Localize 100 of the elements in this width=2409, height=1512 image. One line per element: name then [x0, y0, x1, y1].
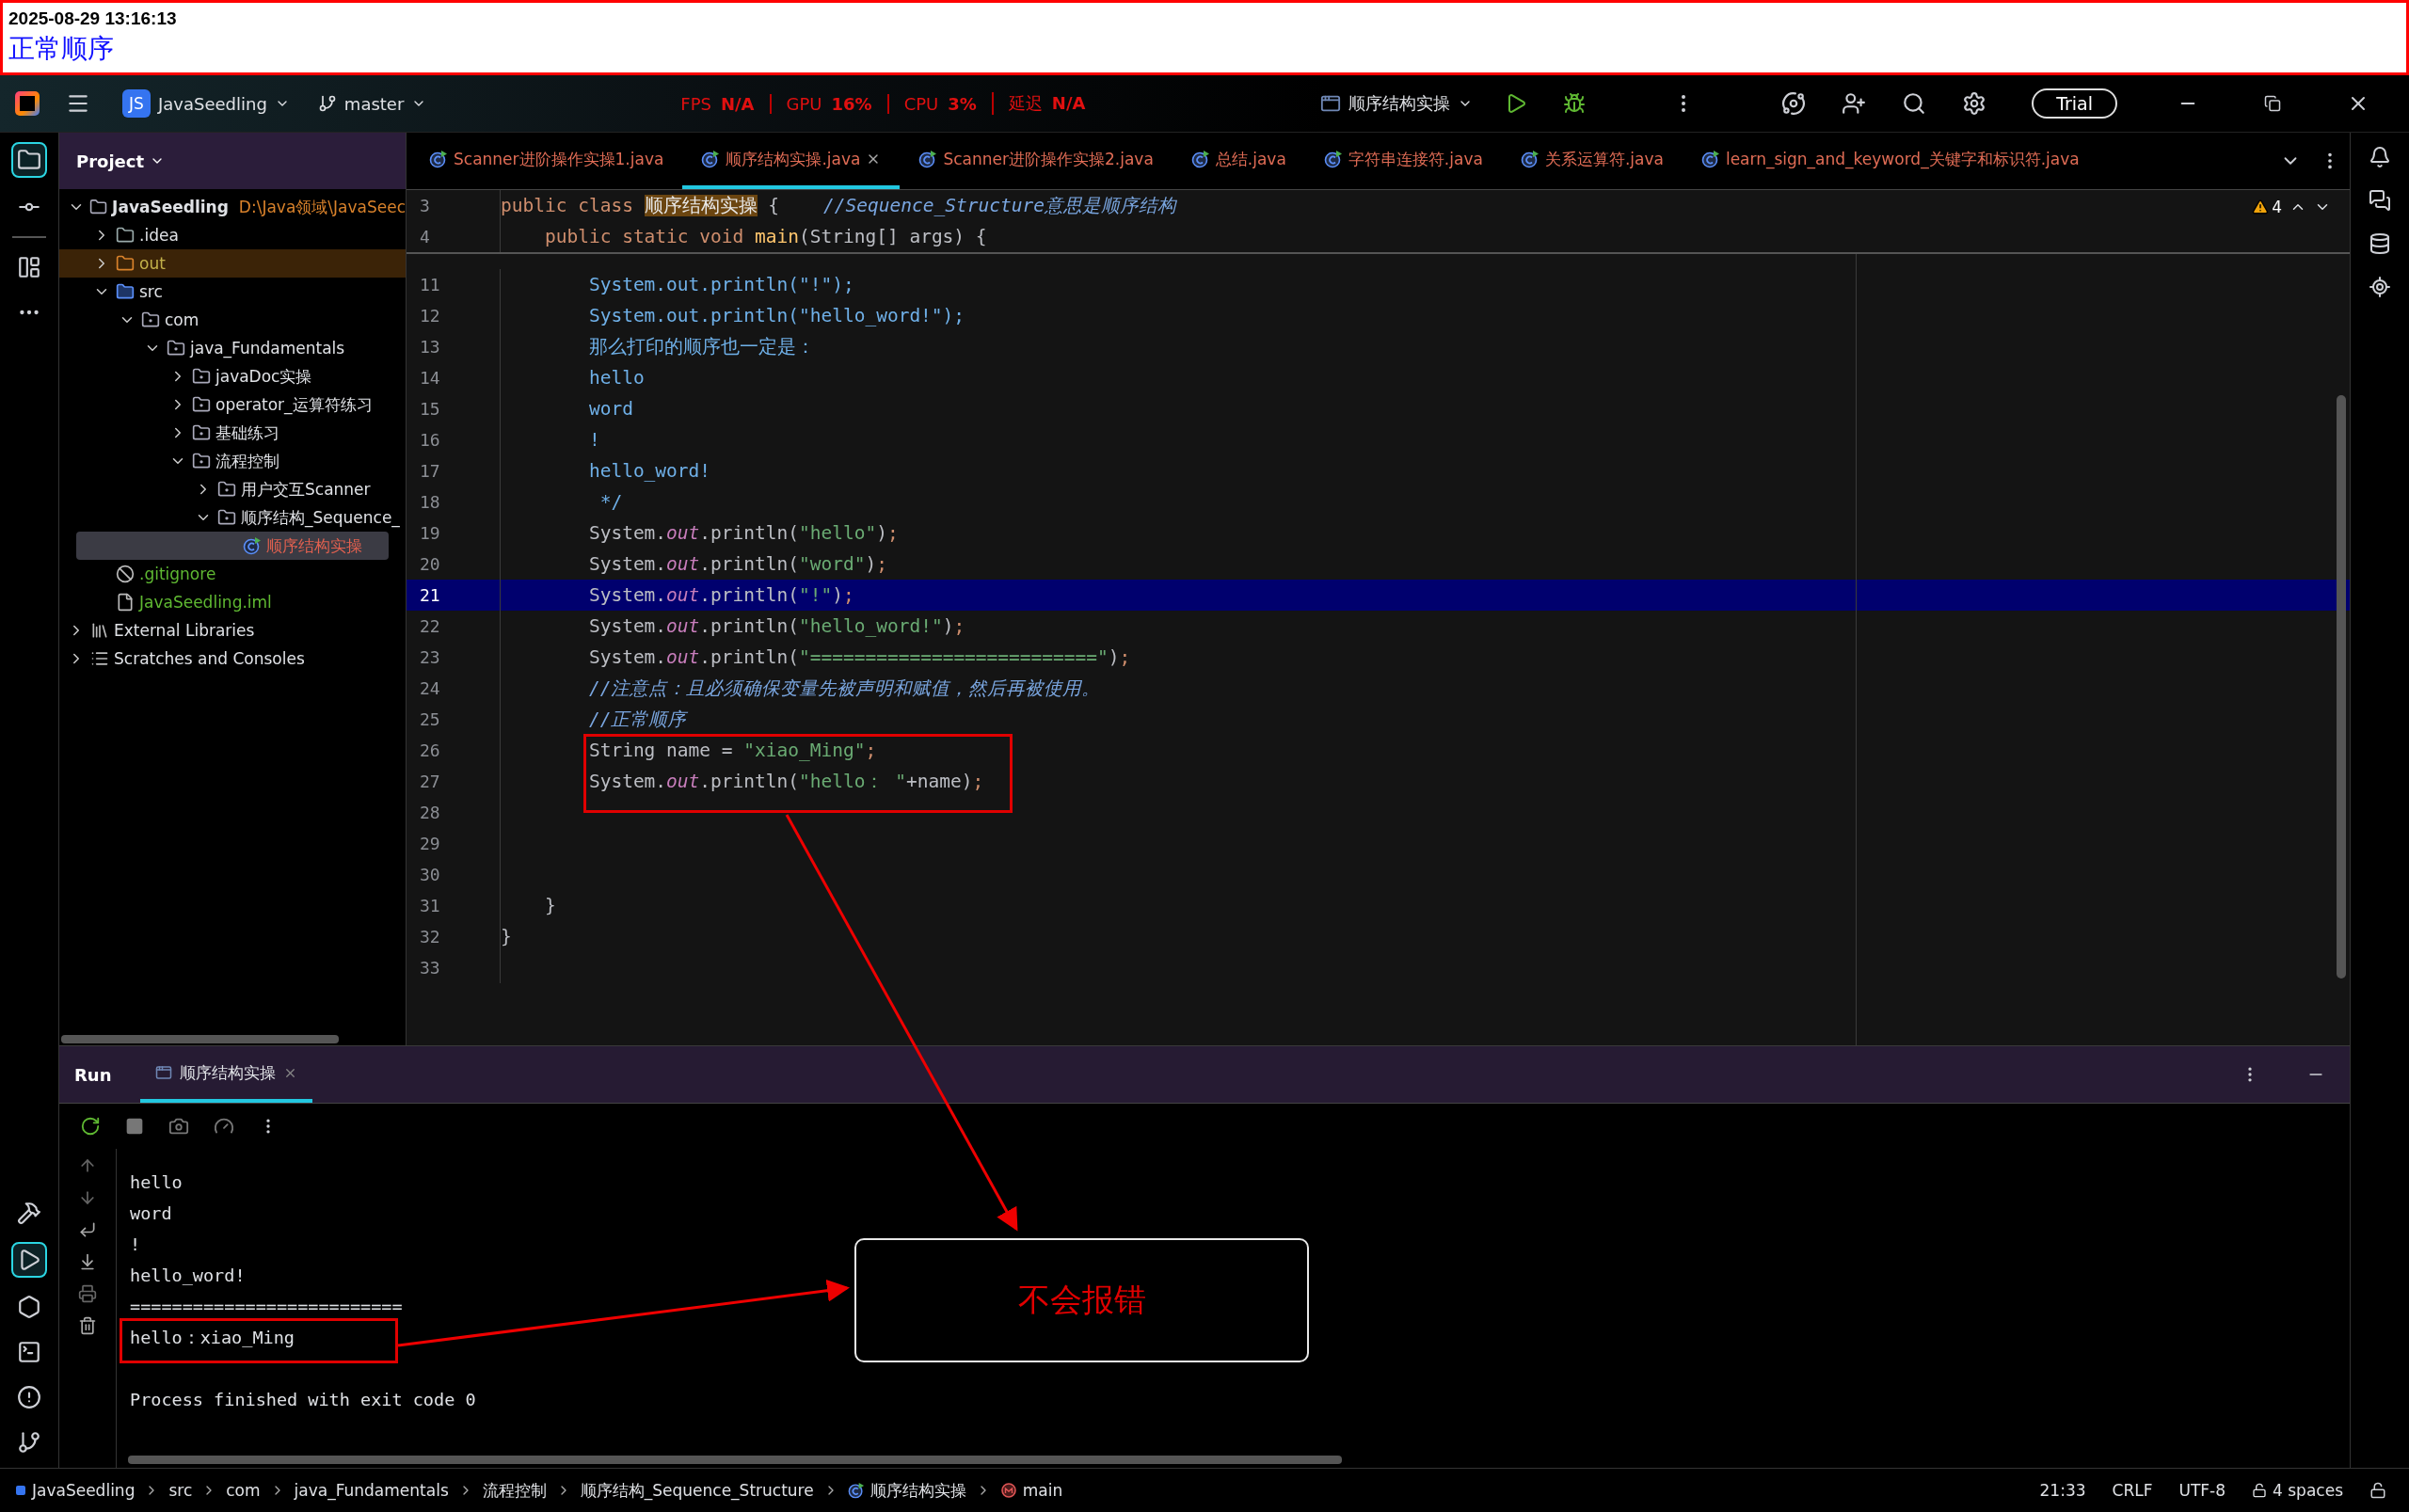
editor-tab[interactable]: learn_sign_and_keyword_关键字和标识符.java	[1682, 133, 2098, 189]
tree-item[interactable]: 流程控制	[59, 447, 406, 475]
code-text: }	[543, 895, 556, 916]
tree-item[interactable]: 顺序结构_Sequence_	[59, 503, 406, 532]
tree-label: 顺序结构_Sequence_	[241, 506, 400, 529]
line-number: 27	[407, 766, 501, 797]
tree-item[interactable]: operator_运算符练习	[59, 390, 406, 419]
perf-metric: 延迟 N/A	[991, 92, 1101, 115]
code-text: System.out.println("hello_word!");	[587, 305, 965, 326]
perf-metric: CPU 3%	[886, 93, 992, 114]
perf-metric: GPU 16%	[769, 93, 887, 114]
code-text: //注意点：且必须确保变量先被声明和赋值，然后再被使用。	[587, 676, 1101, 701]
console-line: !	[130, 1233, 141, 1256]
line-number: 13	[407, 331, 501, 362]
line-number: 31	[407, 890, 501, 921]
breadcrumb[interactable]: 流程控制	[480, 1479, 549, 1502]
tree-item[interactable]: javaDoc实操	[59, 362, 406, 390]
project-switcher[interactable]: JS JavaSeedling	[117, 86, 295, 121]
scratches-icon	[90, 649, 109, 668]
path-text: D:\Java领域\JavaSeec	[238, 196, 406, 218]
tree-item[interactable]: JavaSeedling.iml	[59, 588, 406, 616]
window-icon	[154, 1064, 172, 1081]
folder-icon	[116, 254, 135, 273]
tree-label: src	[139, 282, 163, 301]
caret-position[interactable]: 21:33	[2030, 1481, 2096, 1500]
perf-metric: FPS N/A	[679, 93, 756, 114]
breadcrumb[interactable]: 顺序结构实操	[845, 1479, 968, 1502]
code-text: */	[598, 491, 623, 513]
tree-label: .gitignore	[139, 565, 216, 583]
breadcrumb[interactable]: src	[167, 1481, 195, 1500]
editor-tab[interactable]: 总结.java	[1172, 133, 1305, 189]
class-icon	[1520, 150, 1540, 168]
line-number: 19	[407, 517, 501, 549]
line-number: 4	[407, 221, 501, 252]
tree-item[interactable]: Scratches and Consoles	[59, 645, 406, 673]
class-icon	[847, 1482, 865, 1499]
class-icon	[701, 150, 721, 168]
run-tool-icon[interactable]	[11, 1242, 47, 1278]
editor-tab[interactable]: 关系运算符.java	[1501, 133, 1683, 189]
tree-item[interactable]: JavaSeedling D:\Java领域\JavaSeec	[59, 193, 406, 221]
code-text: }	[500, 926, 512, 947]
tree-item[interactable]: .idea	[59, 221, 406, 249]
branch-icon	[317, 94, 337, 113]
module-icon	[15, 1485, 26, 1496]
console-line: ==========================	[130, 1296, 403, 1318]
code-text: System.out.println("!");	[587, 274, 854, 295]
line-number: 15	[407, 393, 501, 424]
project-panel-title[interactable]: Project	[71, 150, 171, 172]
run-tab[interactable]: 顺序结构实操	[139, 1046, 312, 1103]
editor-tab[interactable]: Scanner进阶操作实操2.java	[900, 133, 1173, 189]
tree-label: 用户交互Scanner	[241, 478, 371, 501]
warning-count[interactable]: 4	[2252, 198, 2282, 216]
editor-tab[interactable]: 字符串连接符.java	[1304, 133, 1502, 189]
project-tool-icon[interactable]	[11, 142, 47, 178]
class-icon	[918, 150, 938, 168]
class-icon	[243, 536, 262, 555]
tree-item[interactable]: 用户交互Scanner	[59, 475, 406, 503]
line-number: 33	[407, 952, 501, 983]
console-line: word	[130, 1202, 172, 1225]
tree-item[interactable]: out	[59, 249, 406, 278]
run-config-selector[interactable]: 顺序结构实操	[1315, 88, 1479, 119]
breadcrumb[interactable]: main	[997, 1481, 1065, 1500]
scrollbar[interactable]	[2337, 395, 2346, 979]
tree-item[interactable]: .gitignore	[59, 560, 406, 588]
line-number: 32	[407, 921, 501, 952]
editor-tab[interactable]: Scanner进阶操作实操1.java	[410, 133, 683, 189]
tree-item[interactable]: External Libraries	[59, 616, 406, 645]
tree-item[interactable]: java_Fundamentals	[59, 334, 406, 362]
scrollbar[interactable]	[128, 1456, 1342, 1464]
line-number: 3	[407, 190, 501, 221]
package-icon	[217, 480, 236, 499]
code-text: System.out.println("!");	[587, 584, 854, 606]
tree-item[interactable]: com	[59, 306, 406, 334]
breadcrumb[interactable]: JavaSeedling	[13, 1481, 137, 1500]
indent-setting[interactable]: 4 spaces	[2242, 1481, 2353, 1500]
banner-title: 正常顺序	[8, 33, 115, 65]
branch-switcher[interactable]: master	[311, 89, 433, 118]
line-number: 11	[407, 269, 501, 300]
tree-label: Scratches and Consoles	[114, 649, 305, 668]
tree-label: 顺序结构实操	[266, 534, 362, 557]
scrollbar[interactable]	[61, 1035, 339, 1043]
code-text: hello	[587, 367, 645, 389]
line-separator[interactable]: CRLF	[2102, 1481, 2162, 1500]
tree-item[interactable]: 基础练习	[59, 419, 406, 447]
class-icon	[429, 150, 448, 168]
tree-item[interactable]: src	[59, 278, 406, 306]
trial-button[interactable]: Trial	[2032, 88, 2117, 119]
code-text: System.out.println("hello： "+name);	[587, 770, 984, 794]
console-line: Process finished with exit code 0	[130, 1389, 476, 1411]
tree-label: .idea	[139, 226, 179, 245]
breadcrumb[interactable]: 顺序结构_Sequence_Structure	[578, 1479, 816, 1502]
breadcrumb[interactable]: java_Fundamentals	[292, 1481, 451, 1500]
file-encoding[interactable]: UTF-8	[2169, 1481, 2236, 1500]
method-icon	[999, 1482, 1017, 1499]
package-icon	[217, 508, 236, 527]
console-line: hello_word!	[130, 1265, 246, 1287]
code-text: public static void main(String[] args) {	[543, 226, 987, 247]
code-text: System.out.println("==========================");	[587, 646, 1131, 668]
breadcrumb[interactable]: com	[224, 1481, 263, 1500]
line-number: 29	[407, 828, 501, 859]
